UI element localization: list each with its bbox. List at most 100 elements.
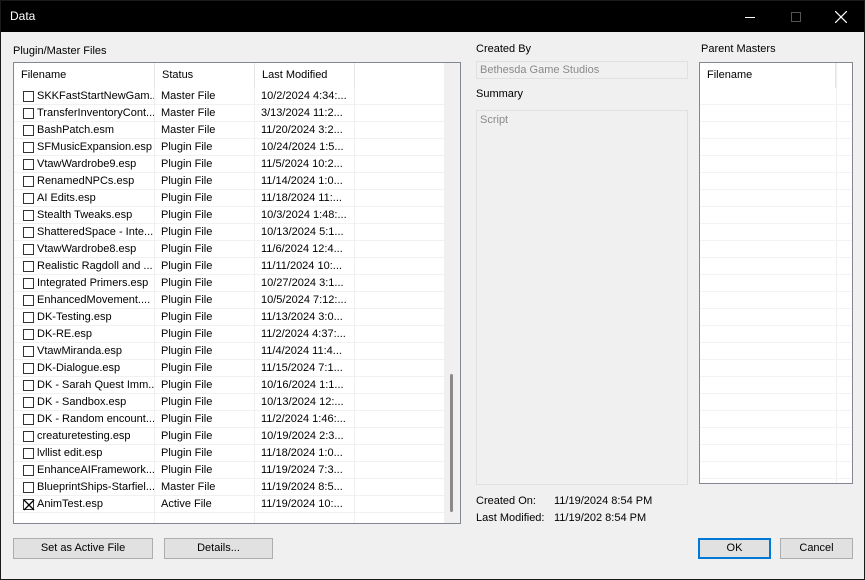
table-row[interactable]: BashPatch.esm Master File 11/20/2024 3:2..… (14, 122, 445, 139)
row-checkbox[interactable] (23, 448, 34, 459)
table-row[interactable]: EnhancedMovement.... Plugin File 10/5/2024… (14, 292, 445, 309)
row-checkbox[interactable] (23, 380, 34, 391)
data-dialog: Data Plugin/Master Files Filename Status… (0, 0, 865, 580)
row-checkbox[interactable] (23, 108, 34, 119)
last-modified-value: 11/19/202 8:54 PM (554, 512, 647, 524)
created-on-label: Created On: (476, 495, 536, 507)
row-last-modified: 10/5/2024 7:12:... (261, 294, 347, 306)
row-filename: BlueprintShips-Starfiel... (37, 481, 154, 493)
row-checkbox[interactable] (23, 227, 34, 238)
table-row[interactable]: VtawWardrobe9.esp Plugin File 11/5/2024 10… (14, 156, 445, 173)
cancel-button[interactable]: Cancel (780, 538, 853, 559)
empty-row (700, 241, 852, 258)
table-row[interactable]: lvllist edit.esp Plugin File 11/18/2024 1:… (14, 445, 445, 462)
ok-button[interactable]: OK (698, 538, 771, 559)
row-checkbox[interactable] (23, 244, 34, 255)
details-button[interactable]: Details... (164, 538, 273, 559)
table-row[interactable]: SFMusicExpansion.esp Plugin File 10/24/202… (14, 139, 445, 156)
empty-row (700, 88, 852, 105)
row-checkbox[interactable] (23, 363, 34, 374)
column-header-last-modified[interactable]: Last Modified (255, 63, 355, 88)
table-row[interactable]: EnhanceAIFramework... Plugin File 11/19/20… (14, 462, 445, 479)
column-header-filename[interactable]: Filename (14, 63, 155, 88)
table-row[interactable]: AI Edits.esp Plugin File 11/18/2024 11:... (14, 190, 445, 207)
table-row[interactable]: VtawWardrobe8.esp Plugin File 11/6/2024 12… (14, 241, 445, 258)
created-by-label: Created By (476, 43, 532, 55)
table-row[interactable]: DK - Sandbox.esp Plugin File 10/13/2024 12… (14, 394, 445, 411)
table-row[interactable]: SKKFastStartNewGam... Master File 10/2/202… (14, 88, 445, 105)
row-status: Plugin File (161, 192, 213, 204)
row-checkbox[interactable] (23, 193, 34, 204)
row-checkbox[interactable] (23, 159, 34, 170)
close-button[interactable] (818, 1, 864, 32)
set-active-file-button[interactable]: Set as Active File (13, 538, 153, 559)
created-on-value: 11/19/2024 8:54 PM (554, 495, 653, 507)
title-bar: Data (1, 1, 864, 32)
table-row[interactable]: DK-Dialogue.esp Plugin File 11/15/2024 7:1… (14, 360, 445, 377)
row-filename: ShatteredSpace - Inte... (37, 226, 154, 238)
row-checkbox[interactable] (23, 397, 34, 408)
row-last-modified: 10/13/2024 12:... (261, 396, 344, 408)
created-by-value: Bethesda Game Studios (480, 64, 600, 76)
window-title: Data (10, 9, 36, 23)
row-checkbox[interactable] (23, 176, 34, 187)
row-checkbox[interactable] (23, 346, 34, 357)
row-checkbox[interactable] (23, 125, 34, 136)
table-row[interactable]: AnimTest.esp Active File 11/19/2024 10:... (14, 496, 445, 513)
empty-row (700, 173, 852, 190)
row-checkbox[interactable] (23, 312, 34, 323)
table-row[interactable]: BlueprintShips-Starfiel... Master File 11/… (14, 479, 445, 496)
column-header-status[interactable]: Status (155, 63, 255, 88)
empty-row (700, 360, 852, 377)
row-last-modified: 10/24/2024 1:5... (261, 141, 344, 153)
file-list-scrollbar[interactable] (444, 63, 460, 523)
table-row[interactable]: DK - Sarah Quest Imm... Plugin File 10/16/… (14, 377, 445, 394)
row-checkbox[interactable] (23, 329, 34, 340)
empty-row (700, 394, 852, 411)
table-row[interactable]: TransferInventoryCont... Master File 3/13/… (14, 105, 445, 122)
row-checkbox[interactable] (23, 499, 35, 511)
parent-masters-label: Parent Masters (701, 43, 776, 55)
row-last-modified: 11/6/2024 12:4... (261, 243, 343, 255)
empty-row (700, 224, 852, 241)
row-checkbox[interactable] (23, 278, 34, 289)
plugin-file-list[interactable]: Filename Status Last Modified SKKFastSta… (13, 62, 461, 524)
row-checkbox[interactable] (23, 142, 34, 153)
table-row[interactable]: RenamedNPCs.esp Plugin File 11/14/2024 1:0… (14, 173, 445, 190)
row-status: Master File (161, 90, 216, 102)
table-row[interactable]: Realistic Ragdoll and ... Plugin File 11/1… (14, 258, 445, 275)
minimize-icon (745, 16, 755, 18)
row-last-modified: 11/2/2024 1:46:... (261, 413, 346, 425)
row-last-modified: 11/2/2024 4:37:... (261, 328, 346, 340)
table-row[interactable]: DK-Testing.esp Plugin File 11/13/2024 3:0.… (14, 309, 445, 326)
table-row[interactable]: ShatteredSpace - Inte... Plugin File 10/13… (14, 224, 445, 241)
table-row[interactable]: DK-RE.esp Plugin File 11/2/2024 4:37:... (14, 326, 445, 343)
table-row[interactable]: Stealth Tweaks.esp Plugin File 10/3/2024 1… (14, 207, 445, 224)
row-checkbox[interactable] (23, 91, 34, 102)
table-row[interactable]: creaturetesting.esp Plugin File 10/19/2024… (14, 428, 445, 445)
scrollbar-thumb[interactable] (450, 374, 453, 512)
summary-field[interactable]: Script (476, 110, 688, 485)
empty-row (700, 445, 852, 462)
table-row[interactable]: DK - Random encount... Plugin File 11/2/20… (14, 411, 445, 428)
minimize-button[interactable] (727, 1, 773, 32)
row-checkbox[interactable] (23, 261, 34, 272)
row-checkbox[interactable] (23, 465, 34, 476)
close-icon (835, 10, 847, 23)
row-checkbox[interactable] (23, 295, 34, 306)
row-status: Plugin File (161, 209, 213, 221)
row-status: Plugin File (161, 260, 213, 272)
row-checkbox[interactable] (23, 414, 34, 425)
row-checkbox[interactable] (23, 210, 34, 221)
table-row[interactable]: Integrated Primers.esp Plugin File 10/27/2… (14, 275, 445, 292)
parent-masters-list[interactable]: Filename (699, 62, 853, 484)
empty-row (700, 411, 852, 428)
row-status: Plugin File (161, 311, 213, 323)
row-filename: DK - Random encount... (37, 413, 154, 425)
row-checkbox[interactable] (23, 482, 34, 493)
empty-row (700, 462, 852, 479)
row-checkbox[interactable] (23, 431, 34, 442)
table-row[interactable]: VtawMiranda.esp Plugin File 11/4/2024 11:4… (14, 343, 445, 360)
column-header-master-filename[interactable]: Filename (700, 63, 836, 88)
row-last-modified: 10/27/2024 3:1... (261, 277, 344, 289)
